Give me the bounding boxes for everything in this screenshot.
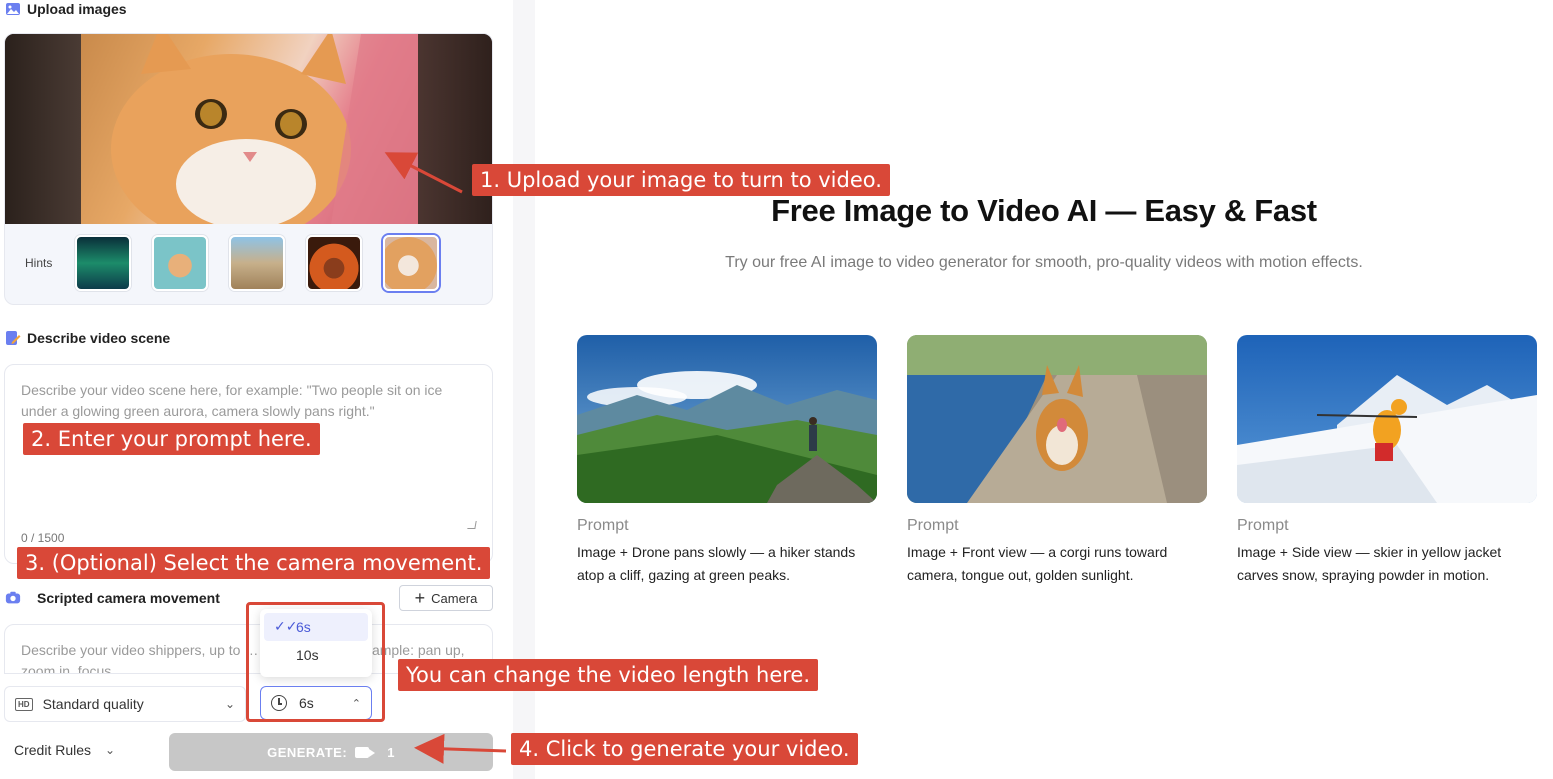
hints-row: Hints bbox=[5, 234, 492, 292]
generate-cost: 1 bbox=[387, 744, 395, 760]
hint-thumb-aurora[interactable] bbox=[75, 235, 131, 291]
credit-rules-label: Credit Rules bbox=[14, 742, 92, 758]
example-label: Prompt bbox=[577, 517, 629, 534]
annotation-generate: 4. Click to generate your video. bbox=[511, 733, 858, 765]
example-label: Prompt bbox=[907, 517, 959, 534]
annotation-upload: 1. Upload your image to turn to video. bbox=[472, 164, 890, 196]
camera-title-text: Scripted camera movement bbox=[37, 590, 220, 606]
hint-thumb-bear[interactable] bbox=[152, 235, 208, 291]
example-card-skier[interactable]: Prompt Image + Side view — skier in yell… bbox=[1237, 335, 1537, 587]
prompt-textarea[interactable]: Describe your video scene here, for exam… bbox=[4, 364, 493, 564]
example-text: Image + Side view — skier in yellow jack… bbox=[1237, 544, 1502, 583]
quality-label: Standard quality bbox=[42, 696, 144, 712]
example-card-hiker[interactable]: Prompt Image + Drone pans slowly — a hik… bbox=[577, 335, 877, 587]
upload-section-title: Upload images bbox=[5, 1, 127, 17]
hero-title: Free Image to Video AI — Easy & Fast bbox=[771, 193, 1317, 228]
chevron-down-icon: ⌄ bbox=[224, 697, 235, 711]
quality-select[interactable]: HD Standard quality ⌄ bbox=[4, 686, 246, 722]
describe-section-title: Describe video scene bbox=[5, 330, 170, 346]
plus-icon: + bbox=[414, 588, 426, 608]
hint-thumb-perfume[interactable] bbox=[306, 235, 362, 291]
credit-rules-toggle[interactable]: Credit Rules ⌄ bbox=[14, 742, 115, 758]
example-image-skier bbox=[1237, 335, 1537, 503]
example-text: Image + Drone pans slowly — a hiker stan… bbox=[577, 544, 856, 583]
duration-highlight-box bbox=[246, 602, 385, 722]
generate-button[interactable]: GENERATE: 1 bbox=[169, 733, 493, 771]
example-card-corgi[interactable]: Prompt Image + Front view — a corgi runs… bbox=[907, 335, 1207, 587]
example-image-corgi bbox=[907, 335, 1207, 503]
generate-label: GENERATE: bbox=[267, 744, 348, 760]
character-counter: 0 / 1500 bbox=[21, 531, 65, 545]
camera-icon bbox=[5, 590, 21, 606]
image-icon bbox=[5, 1, 21, 17]
example-label: Prompt bbox=[1237, 517, 1289, 534]
camera-section-title: Scripted camera movement bbox=[5, 590, 220, 606]
video-camera-icon bbox=[355, 746, 376, 758]
hint-thumb-bike[interactable] bbox=[229, 235, 285, 291]
annotation-camera: 3. (Optional) Select the camera movement… bbox=[17, 547, 491, 579]
hint-thumb-cat[interactable] bbox=[383, 235, 439, 291]
describe-title-text: Describe video scene bbox=[27, 330, 171, 346]
example-image-hiker bbox=[577, 335, 877, 503]
chevron-down-icon: ⌄ bbox=[105, 743, 116, 757]
prompt-placeholder: Describe your video scene here, for exam… bbox=[21, 382, 443, 419]
add-camera-button[interactable]: + Camera bbox=[399, 585, 493, 611]
hd-icon: HD bbox=[15, 697, 33, 711]
resize-handle-icon[interactable] bbox=[467, 521, 477, 529]
hints-label: Hints bbox=[25, 256, 53, 270]
edit-icon bbox=[5, 330, 21, 346]
uploaded-image-preview bbox=[5, 34, 492, 224]
hero-subtitle: Try our free AI image to video generator… bbox=[725, 254, 1363, 271]
camera-button-label: Camera bbox=[431, 590, 478, 606]
upload-title-text: Upload images bbox=[27, 1, 127, 17]
annotation-duration: You can change the video length here. bbox=[398, 659, 819, 691]
example-text: Image + Front view — a corgi runs toward… bbox=[907, 544, 1168, 583]
upload-dropzone[interactable]: Hints bbox=[4, 33, 493, 305]
annotation-prompt: 2. Enter your prompt here. bbox=[23, 423, 320, 455]
